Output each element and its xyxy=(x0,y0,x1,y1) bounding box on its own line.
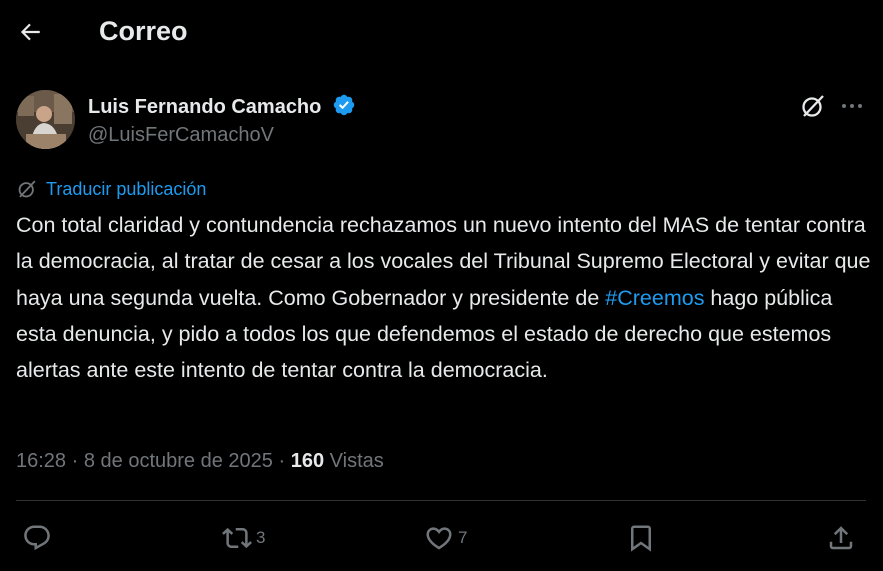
bookmark-icon xyxy=(631,525,651,552)
translate-label: Traducir publicación xyxy=(46,178,207,199)
bookmark-button[interactable] xyxy=(626,522,656,554)
repost-icon xyxy=(222,527,252,549)
share-icon xyxy=(829,526,853,550)
hashtag-link[interactable]: #Creemos xyxy=(605,286,704,310)
repost-count: 3 xyxy=(256,528,266,547)
post-actions-bar: 3 7 xyxy=(0,516,883,560)
reply-icon xyxy=(24,525,50,551)
repost-button[interactable]: 3 xyxy=(222,522,265,554)
verified-badge-icon xyxy=(333,94,355,116)
more-options-button[interactable] xyxy=(838,92,866,120)
meta-separator: · xyxy=(71,450,79,472)
avatar[interactable] xyxy=(16,90,75,149)
grok-icon xyxy=(802,95,824,117)
author-name[interactable]: Luis Fernando Camacho xyxy=(88,93,356,119)
back-button[interactable] xyxy=(16,18,44,46)
like-button[interactable]: 7 xyxy=(424,522,467,554)
arrow-left-icon xyxy=(20,23,40,41)
post-time[interactable]: 16:28 xyxy=(16,450,66,472)
reply-button[interactable] xyxy=(22,522,52,554)
page-header: Correo xyxy=(0,0,883,66)
share-button[interactable] xyxy=(826,522,856,554)
views-count[interactable]: 160 xyxy=(291,450,324,472)
avatar-image xyxy=(16,90,75,149)
like-count: 7 xyxy=(458,528,468,547)
meta-separator: · xyxy=(278,450,286,472)
grok-button[interactable] xyxy=(799,92,827,120)
post-date[interactable]: 8 de octubre de 2025 xyxy=(84,450,273,472)
more-dots-icon xyxy=(842,104,862,108)
heart-icon xyxy=(426,527,452,550)
grok-icon xyxy=(18,180,36,198)
post-author: Luis Fernando Camacho @LuisFerCamachoV xyxy=(16,90,867,152)
post-meta: 16:28 · 8 de octubre de 2025 · 160 Vista… xyxy=(16,450,384,473)
post-text: Con total claridad y contundencia rechaz… xyxy=(16,207,872,388)
divider xyxy=(16,500,866,501)
page-title: Correo xyxy=(99,16,188,46)
translate-post-link[interactable]: Traducir publicación xyxy=(16,177,206,201)
author-handle[interactable]: @LuisFerCamachoV xyxy=(88,124,274,147)
views-label: Vistas xyxy=(329,450,384,472)
